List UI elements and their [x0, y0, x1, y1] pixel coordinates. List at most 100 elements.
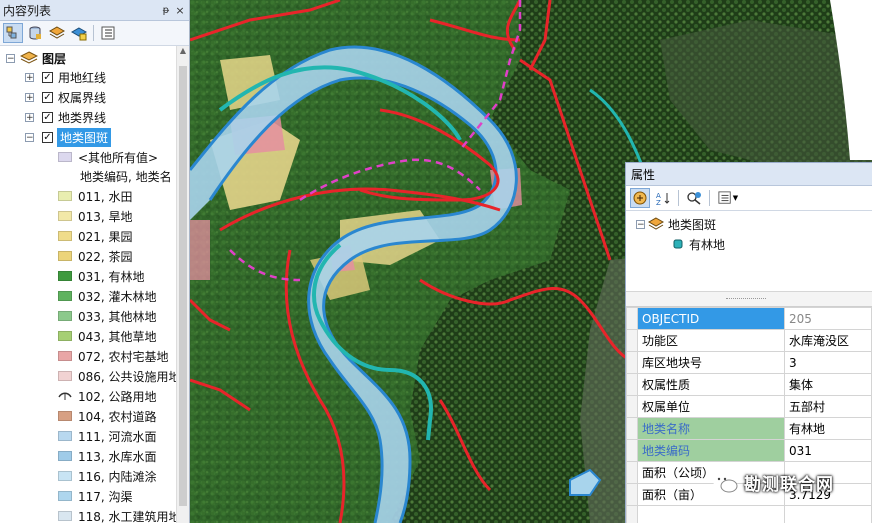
legend-item[interactable]: 118, 水工建筑用地: [58, 506, 181, 523]
options-button[interactable]: [98, 23, 118, 43]
expand-icon[interactable]: +: [25, 112, 34, 122]
options-dropdown-button[interactable]: ▼: [715, 188, 741, 208]
attribute-key: 地类编码: [637, 439, 785, 462]
legend-swatch: [58, 191, 72, 201]
attribute-value[interactable]: 集体: [784, 373, 872, 396]
legend-item[interactable]: 111, 河流水面: [58, 426, 157, 446]
legend-item[interactable]: 031, 有林地: [58, 266, 145, 286]
legend-item[interactable]: 033, 其他林地: [58, 306, 157, 326]
row-selector[interactable]: [626, 461, 638, 484]
row-selector[interactable]: [626, 395, 638, 418]
attribute-row[interactable]: 功能区 水库淹没区: [626, 329, 872, 352]
layer-label: 地类界线: [58, 110, 107, 125]
row-selector[interactable]: [626, 439, 638, 462]
legend-item[interactable]: 072, 农村宅基地: [58, 346, 169, 366]
legend-item[interactable]: 116, 内陆滩涂: [58, 466, 157, 486]
properties-tree-child[interactable]: 有林地: [672, 234, 725, 254]
legend-swatch: [58, 211, 72, 221]
row-selector[interactable]: [626, 307, 638, 330]
legend-item[interactable]: 102, 公路用地: [58, 386, 157, 406]
attribute-row[interactable]: 库区地块号 3: [626, 351, 872, 374]
attribute-value[interactable]: 031: [784, 439, 872, 462]
list-by-selection-button[interactable]: [69, 23, 89, 43]
legend-label: 086, 公共设施用地: [78, 369, 181, 384]
layer-visibility-checkbox[interactable]: ✓: [42, 71, 53, 83]
list-by-source-button[interactable]: [25, 23, 45, 43]
legend-swatch: [58, 491, 72, 501]
legend-item[interactable]: 113, 水库水面: [58, 446, 157, 466]
attribute-value[interactable]: 3: [784, 351, 872, 374]
layer-item-3[interactable]: − ✓ 地类图斑: [25, 127, 112, 147]
attribute-row[interactable]: 面积（公顷）: [626, 461, 872, 484]
properties-title-bar: 属性: [626, 163, 872, 186]
legend-item[interactable]: 032, 灌木林地: [58, 286, 157, 306]
expand-icon[interactable]: +: [25, 92, 34, 102]
pin-icon[interactable]: ᵽ: [159, 5, 173, 16]
toc-vertical-scrollbar[interactable]: ▲: [176, 46, 189, 523]
attribute-value[interactable]: 水库淹没区: [784, 329, 872, 352]
row-selector[interactable]: [626, 373, 638, 396]
sort-ascending-button[interactable]: AZ: [653, 188, 673, 208]
close-icon[interactable]: ×: [173, 4, 187, 17]
legend-item[interactable]: 011, 水田: [58, 186, 133, 206]
attribute-key: 库区地块号: [637, 351, 785, 374]
row-selector[interactable]: [626, 417, 638, 440]
legend-swatch: [58, 411, 72, 421]
svg-text:Z: Z: [656, 199, 661, 206]
attribute-value[interactable]: 3.7129: [784, 483, 872, 506]
layer-visibility-checkbox[interactable]: ✓: [42, 131, 53, 143]
layer-item-0[interactable]: + ✓ 用地红线: [25, 67, 106, 87]
scroll-up-arrow-icon[interactable]: ▲: [177, 46, 189, 58]
collapse-icon[interactable]: −: [25, 132, 34, 142]
attribute-row[interactable]: 地类名称 有林地: [626, 417, 872, 440]
identify-button[interactable]: [684, 188, 704, 208]
attribute-value[interactable]: [784, 461, 872, 484]
legend-label: 072, 农村宅基地: [78, 349, 169, 364]
legend-item[interactable]: 104, 农村道路: [58, 406, 157, 426]
legend-swatch: [58, 311, 72, 321]
road-line-symbol-icon: [58, 392, 72, 400]
attribute-row[interactable]: 权属性质 集体: [626, 373, 872, 396]
scrollbar-thumb[interactable]: [179, 66, 187, 506]
legend-label: 113, 水库水面: [78, 449, 157, 464]
row-selector[interactable]: [626, 351, 638, 374]
layer-item-2[interactable]: + ✓ 地类界线: [25, 107, 106, 127]
tree-root-layers[interactable]: − 图层: [6, 48, 66, 68]
attribute-row[interactable]: OBJECTID 205: [626, 307, 872, 330]
properties-tree-root[interactable]: − 地类图斑: [636, 214, 716, 234]
attribute-key: 面积（公顷）: [637, 461, 785, 484]
attribute-row[interactable]: 面积（亩） 3.7129: [626, 483, 872, 506]
legend-swatch: [58, 431, 72, 441]
attribute-value[interactable]: 有林地: [784, 417, 872, 440]
row-selector[interactable]: [626, 505, 638, 523]
expand-icon[interactable]: +: [25, 72, 34, 82]
layer-item-1[interactable]: + ✓ 权属界线: [25, 87, 106, 107]
attribute-row[interactable]: 地类编码 031: [626, 439, 872, 462]
attribute-value[interactable]: 205: [784, 307, 872, 330]
layer-visibility-checkbox[interactable]: ✓: [42, 91, 53, 103]
toolbar-separator: [709, 190, 710, 206]
options-list-icon: [101, 26, 115, 40]
layer-visibility-checkbox[interactable]: ✓: [42, 111, 53, 123]
attribute-row[interactable]: 权属单位 五部村: [626, 395, 872, 418]
legend-item[interactable]: 043, 其他草地: [58, 326, 157, 346]
attribute-value[interactable]: 五部村: [784, 395, 872, 418]
panel-splitter[interactable]: [626, 292, 872, 307]
list-by-drawing-order-button[interactable]: [3, 23, 23, 43]
legend-item[interactable]: 021, 果园: [58, 226, 133, 246]
legend-other-values[interactable]: <其他所有值>: [58, 147, 158, 167]
collapse-icon[interactable]: −: [6, 53, 15, 63]
row-selector[interactable]: [626, 329, 638, 352]
legend-item[interactable]: 022, 茶园: [58, 246, 133, 266]
splitter-grip[interactable]: [726, 298, 766, 301]
legend-item[interactable]: 086, 公共设施用地: [58, 366, 181, 386]
list-by-visibility-button[interactable]: [47, 23, 67, 43]
legend-swatch: [58, 291, 72, 301]
collapse-icon[interactable]: −: [636, 219, 645, 229]
attribute-value[interactable]: [784, 505, 872, 523]
legend-item[interactable]: 013, 旱地: [58, 206, 133, 226]
legend-item[interactable]: 117, 沟渠: [58, 486, 133, 506]
row-selector[interactable]: [626, 483, 638, 506]
expand-all-button[interactable]: [630, 188, 650, 208]
attribute-row[interactable]: [626, 505, 872, 523]
